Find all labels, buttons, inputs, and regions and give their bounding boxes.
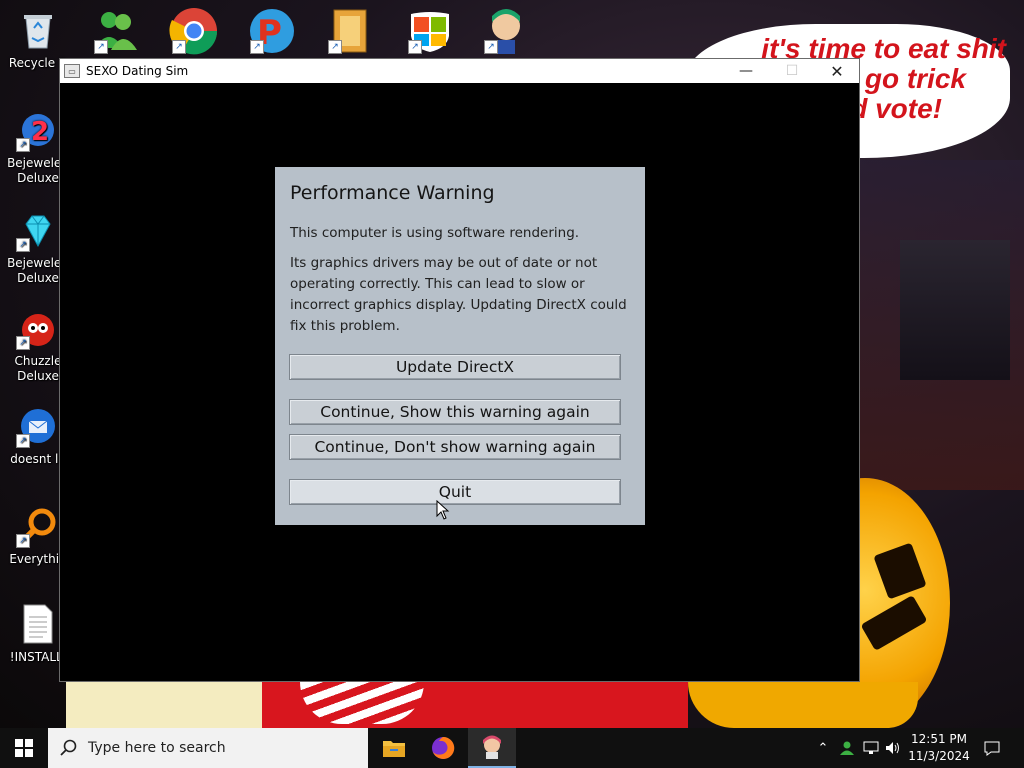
volume-icon	[886, 742, 899, 754]
desktop-icon-folder-shortcut[interactable]: ↗	[322, 4, 378, 58]
bejeweled-icon: ↗	[16, 208, 60, 252]
desktop-icon-game-character[interactable]: ↗	[478, 4, 534, 58]
dialog-title: Performance Warning	[290, 182, 495, 204]
taskbar-file-explorer[interactable]	[370, 728, 418, 768]
shortcut-arrow-icon: ↗	[16, 434, 30, 448]
continue-dont-show-warning-button[interactable]: Continue, Don't show warning again	[289, 434, 621, 460]
people-icon	[840, 741, 854, 755]
start-button[interactable]	[0, 728, 48, 768]
show-hidden-icons-button[interactable]: ⌃	[812, 728, 834, 768]
taskbar-clock[interactable]: 12:51 PM 11/3/2024	[904, 731, 974, 765]
window-titlebar[interactable]: ▭ SEXO Dating Sim — ☐ ✕	[60, 59, 859, 83]
network-icon	[863, 741, 879, 754]
mouse-cursor-icon	[436, 500, 450, 520]
dating-sim-icon	[483, 735, 501, 759]
wallpaper-haunted-house	[900, 240, 1010, 380]
action-center-button[interactable]	[980, 728, 1004, 768]
clock-time: 12:51 PM	[911, 732, 967, 746]
shortcut-arrow-icon: ↗	[94, 40, 108, 54]
wallpaper-strip-yellow	[688, 682, 918, 728]
taskbar-dating-sim[interactable]	[468, 728, 516, 768]
taskbar-search-box[interactable]: Type here to search	[48, 728, 368, 768]
desktop-icon-windows[interactable]: ↗	[402, 4, 458, 58]
shortcut-arrow-icon: ↗	[250, 40, 264, 54]
window-app-icon: ▭	[64, 64, 80, 78]
windows-start-icon	[15, 739, 33, 757]
file-explorer-icon	[383, 741, 405, 757]
wallpaper-strip-left	[66, 682, 262, 728]
tray-network-icon[interactable]	[860, 728, 882, 768]
maximize-button[interactable]: ☐	[769, 59, 815, 83]
search-icon	[60, 739, 77, 756]
clock-date: 11/3/2024	[908, 749, 970, 763]
minimize-button[interactable]: —	[723, 59, 769, 83]
shortcut-arrow-icon: ↗	[16, 336, 30, 350]
chuzzle-icon: ↗	[16, 306, 60, 350]
svg-text:2: 2	[31, 117, 49, 147]
taskbar-firefox[interactable]	[419, 728, 467, 768]
desktop-icon-chrome[interactable]: ↗	[166, 4, 222, 58]
shortcut-arrow-icon: ↗	[484, 40, 498, 54]
minimize-icon: —	[739, 63, 753, 79]
shortcut-arrow-icon: ↗	[16, 238, 30, 252]
close-icon: ✕	[830, 61, 844, 81]
text-file-icon	[16, 602, 60, 646]
thunderbird-icon: ↗	[16, 404, 60, 448]
quit-button[interactable]: Quit	[289, 479, 621, 505]
firefox-icon	[432, 736, 455, 759]
dialog-message-2: Its graphics drivers may be out of date …	[290, 255, 627, 334]
performance-warning-dialog: Performance Warning This computer is usi…	[275, 167, 645, 525]
taskbar: Type here to search ⌃ 12:51 PM 11/3/2024	[0, 728, 1024, 768]
search-placeholder: Type here to search	[88, 740, 226, 756]
update-directx-button[interactable]: Update DirectX	[289, 354, 621, 380]
shortcut-arrow-icon: ↗	[16, 138, 30, 152]
close-button[interactable]: ✕	[814, 59, 860, 83]
continue-show-warning-button[interactable]: Continue, Show this warning again	[289, 399, 621, 425]
desktop-icon-messenger[interactable]: ↗	[88, 4, 144, 58]
shortcut-arrow-icon: ↗	[16, 534, 30, 548]
bejeweled-2-icon: 2 ↗	[16, 108, 60, 152]
chevron-up-icon: ⌃	[817, 740, 829, 756]
shortcut-arrow-icon: ↗	[328, 40, 342, 54]
notification-icon	[984, 741, 1000, 756]
desktop-icon-p-app[interactable]: P ↗	[244, 4, 300, 58]
game-window: ▭ SEXO Dating Sim — ☐ ✕ Performance Warn…	[59, 58, 860, 682]
tray-volume-icon[interactable]	[882, 728, 904, 768]
maximize-icon: ☐	[785, 63, 799, 79]
shortcut-arrow-icon: ↗	[172, 40, 186, 54]
tray-user-icon[interactable]	[836, 728, 858, 768]
everything-search-icon: ↗	[16, 504, 60, 548]
shortcut-arrow-icon: ↗	[408, 40, 422, 54]
recycle-bin-icon	[16, 8, 60, 52]
window-title: SEXO Dating Sim	[86, 64, 189, 78]
dialog-message-1: This computer is using software renderin…	[290, 225, 580, 241]
